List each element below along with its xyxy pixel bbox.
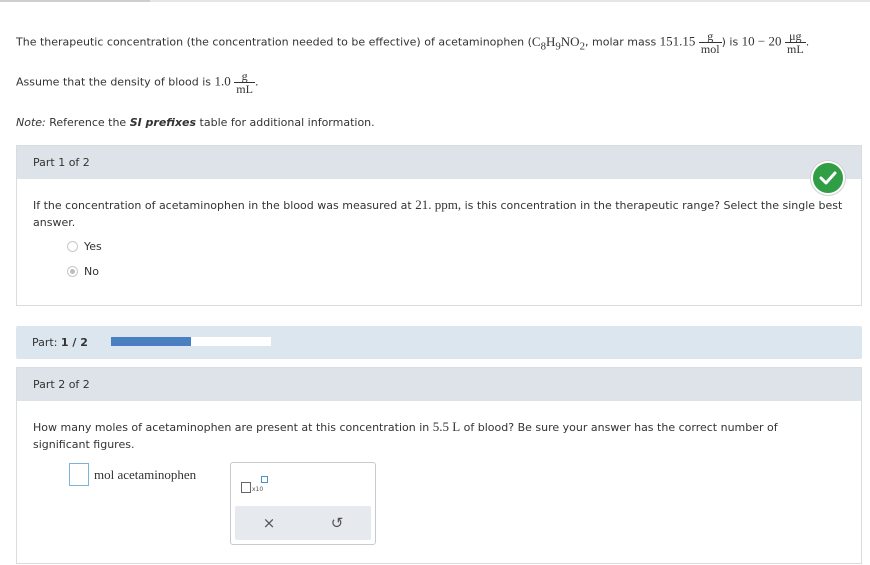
checkmark-icon — [811, 161, 845, 195]
option-no[interactable]: No — [67, 265, 99, 278]
part-2-header: Part 2 of 2 — [17, 368, 861, 401]
progress-track — [111, 337, 271, 346]
density-unit: g mL — [234, 69, 255, 96]
density-statement: Assume that the density of blood is 1.0 … — [16, 69, 259, 96]
radio-no[interactable] — [67, 266, 78, 277]
progress-fill — [111, 337, 191, 346]
scientific-notation-button[interactable]: x10 — [241, 476, 271, 496]
answer-unit: mol acetaminophen — [94, 467, 197, 482]
part-1-panel: Part 1 of 2 If the concentration of acet… — [16, 145, 862, 306]
math-toolbox: x10 × ↺ — [230, 462, 376, 545]
problem-statement: The therapeutic concentration (the conce… — [16, 29, 810, 56]
si-prefixes-link[interactable]: SI prefixes — [130, 116, 196, 129]
undo-button[interactable]: ↺ — [331, 514, 344, 532]
note-text: Note: Reference the SI prefixes table fo… — [16, 116, 375, 129]
toolbox-actions: × ↺ — [235, 506, 371, 540]
option-yes[interactable]: Yes — [67, 240, 102, 253]
parts-progress: Part: 1 / 2 — [16, 326, 862, 359]
part-2-panel: Part 2 of 2 How many moles of acetaminop… — [16, 367, 862, 564]
answer-input[interactable] — [69, 463, 89, 486]
radio-yes[interactable] — [67, 241, 78, 252]
part-1-header: Part 1 of 2 — [17, 146, 861, 179]
concentration-unit: μg mL — [785, 29, 806, 56]
molar-mass-unit: g mol — [698, 29, 722, 56]
clear-button[interactable]: × — [263, 514, 276, 532]
part-1-question: If the concentration of acetaminophen in… — [33, 197, 843, 229]
top-progress-strip — [0, 0, 870, 2]
part-2-question: How many moles of acetaminophen are pres… — [33, 419, 778, 451]
